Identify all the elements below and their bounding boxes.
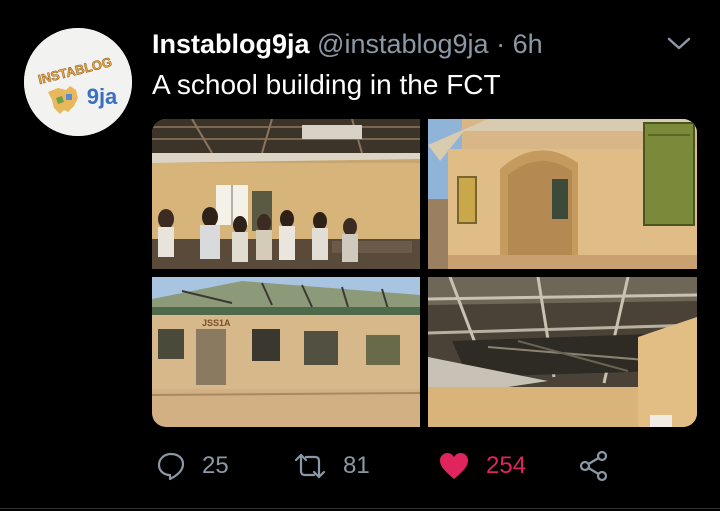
reply-icon [157,452,185,481]
tweet-text: A school building in the FCT [152,69,501,100]
media-grid: JSS1A [152,119,697,427]
retweet-count: 81 [343,452,370,479]
more-options-chevron-icon[interactable] [664,30,694,56]
like-count: 254 [486,452,527,479]
photo-damaged-roof-building[interactable]: JSS1A [152,277,420,427]
photo-damaged-ceiling[interactable] [428,277,697,427]
tweet-actions: 25 81 254 [152,446,652,486]
photo-classroom[interactable] [152,119,420,269]
like-button[interactable]: 254 [438,446,526,486]
user-handle[interactable]: @instablog9ja [317,29,489,59]
divider [0,508,720,509]
display-name[interactable]: Instablog9ja [152,29,310,59]
separator-dot: · [496,29,506,59]
logo-number: 9ja [87,84,118,109]
building-sign: JSS1A [202,318,231,328]
heart-icon [440,453,468,479]
instablog9ja-logo-icon: INSTABLOG 9ja [24,28,132,136]
avatar[interactable]: INSTABLOG 9ja [24,28,132,136]
tweet-header: Instablog9ja @instablog9ja · 6h [152,26,672,62]
share-button[interactable] [578,446,610,486]
reply-button[interactable]: 25 [156,446,229,486]
timestamp[interactable]: 6h [513,29,543,59]
retweet-button[interactable]: 81 [293,446,370,486]
photo-building-exterior[interactable] [428,119,697,269]
share-icon [579,450,608,482]
reply-count: 25 [202,452,229,479]
retweet-icon [294,453,326,479]
